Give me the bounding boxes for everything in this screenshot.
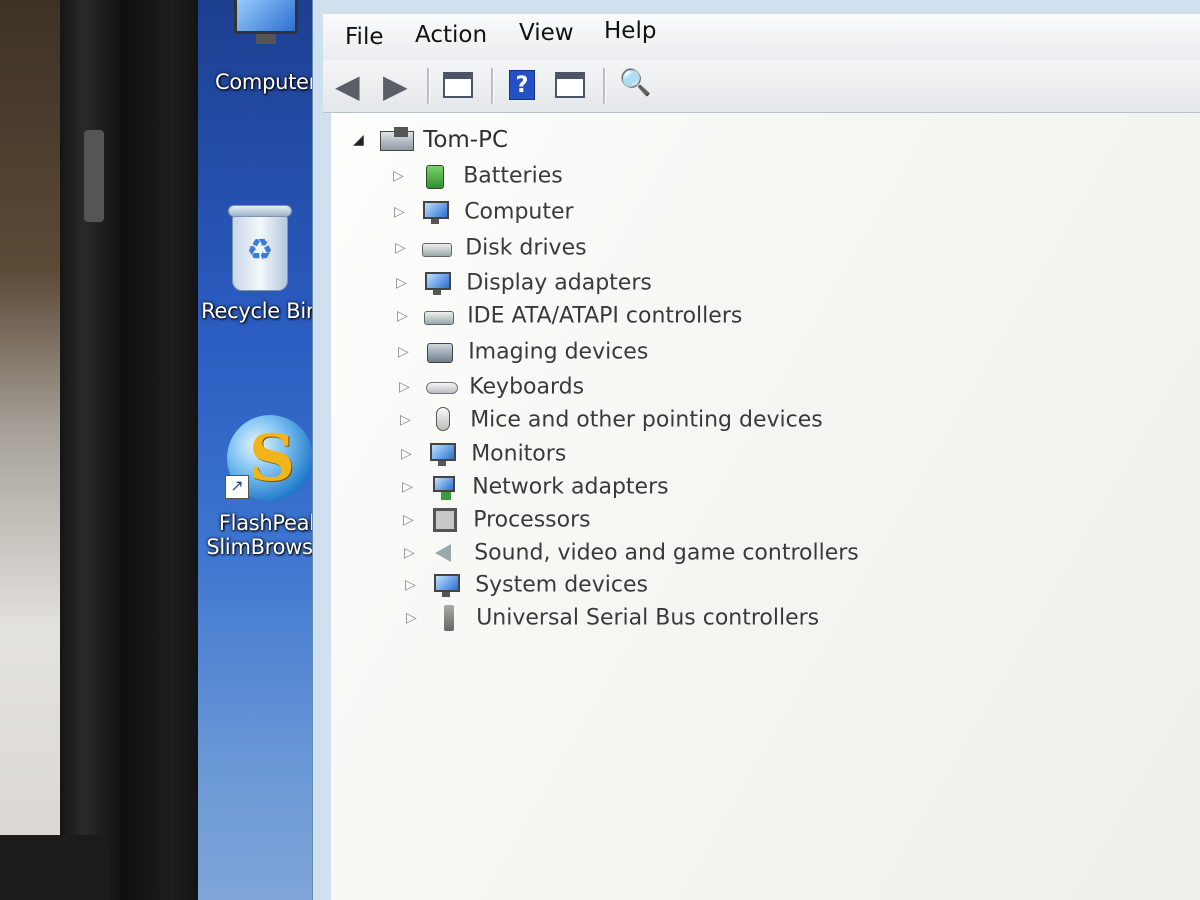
expand-arrow-icon[interactable]: ▷ xyxy=(397,308,419,324)
tree-item-mice[interactable]: ▷ Mice and other pointing devices xyxy=(400,407,823,441)
monitor-icon xyxy=(428,441,460,467)
imaging-device-icon xyxy=(425,339,457,365)
tree-item-batteries[interactable]: ▷ Batteries xyxy=(393,163,563,197)
back-arrow-icon: ◀ xyxy=(335,67,360,105)
expand-arrow-icon[interactable]: ▷ xyxy=(399,379,421,395)
expand-arrow-icon[interactable]: ▷ xyxy=(400,412,422,428)
expand-arrow-icon[interactable]: ▷ xyxy=(395,240,417,256)
expand-arrow-icon[interactable]: ▷ xyxy=(398,344,420,360)
expand-arrow-icon[interactable]: ▷ xyxy=(404,545,426,561)
tree-item-label: Mice and other pointing devices xyxy=(470,407,823,433)
expand-arrow-icon[interactable]: ▷ xyxy=(396,275,418,291)
usb-icon xyxy=(433,605,465,631)
computer-icon xyxy=(234,0,298,44)
toolbar-separator xyxy=(491,68,494,104)
menu-view[interactable]: View xyxy=(519,20,574,46)
recycle-bin-icon: ♻ xyxy=(228,205,292,291)
tree-item-label: System devices xyxy=(475,572,648,598)
forward-button[interactable]: ▶ xyxy=(383,70,417,102)
expand-arrow-icon[interactable]: ▷ xyxy=(406,610,428,626)
menu-file[interactable]: File xyxy=(345,24,384,50)
tree-item-label: IDE ATA/ATAPI controllers xyxy=(467,303,743,329)
tree-item-system-devices[interactable]: ▷ System devices xyxy=(405,572,648,606)
tree-item-ide-controllers[interactable]: ▷ IDE ATA/ATAPI controllers xyxy=(397,303,742,337)
expand-arrow-icon[interactable]: ▷ xyxy=(393,168,415,184)
tree-item-display-adapters[interactable]: ▷ Display adapters xyxy=(396,270,652,304)
tree-item-label: Universal Serial Bus controllers xyxy=(476,605,820,631)
forward-arrow-icon: ▶ xyxy=(383,67,408,105)
tree-root-node[interactable]: ◢ Tom-PC xyxy=(353,127,508,161)
monitor-base xyxy=(0,835,110,900)
tree-item-label: Keyboards xyxy=(469,374,585,400)
tree-item-keyboards[interactable]: ▷ Keyboards xyxy=(399,374,584,408)
update-driver-button[interactable] xyxy=(555,72,589,104)
tree-item-label: Monitors xyxy=(471,441,567,467)
toolbar: ◀ ▶ ? 🔍 xyxy=(323,60,1200,113)
tree-item-label: Disk drives xyxy=(465,235,587,261)
tree-item-computer[interactable]: ▷ Computer xyxy=(394,199,574,233)
tree-item-processors[interactable]: ▷ Processors xyxy=(403,507,591,541)
mouse-icon xyxy=(427,407,459,433)
shortcut-arrow-icon: ↗ xyxy=(225,475,249,499)
properties-icon xyxy=(443,72,473,98)
expand-arrow-icon[interactable]: ▷ xyxy=(394,204,416,220)
collapse-arrow-icon[interactable]: ◢ xyxy=(353,132,375,148)
tree-root-label: Tom-PC xyxy=(423,127,509,153)
expand-arrow-icon[interactable]: ▷ xyxy=(403,512,425,528)
slimbrowser-globe-icon: S ↗ xyxy=(225,415,315,505)
menu-bar: File Action View Help xyxy=(323,14,1200,60)
tree-item-sound-controllers[interactable]: ▷ Sound, video and game controllers xyxy=(404,540,859,574)
tree-item-label: Imaging devices xyxy=(468,339,649,365)
tree-item-monitors[interactable]: ▷ Monitors xyxy=(401,441,566,475)
tree-item-label: Network adapters xyxy=(472,474,669,500)
toolbar-separator xyxy=(427,68,430,104)
processor-icon xyxy=(430,507,462,533)
tree-item-network-adapters[interactable]: ▷ Network adapters xyxy=(402,474,669,508)
scan-hardware-button[interactable]: 🔍 xyxy=(619,68,653,100)
menu-help[interactable]: Help xyxy=(604,18,656,44)
speaker-icon xyxy=(431,540,463,566)
tree-item-usb-controllers[interactable]: ▷ Universal Serial Bus controllers xyxy=(406,605,819,639)
properties-button[interactable] xyxy=(443,72,477,104)
expand-arrow-icon[interactable]: ▷ xyxy=(402,479,424,495)
tree-item-label: Sound, video and game controllers xyxy=(474,540,859,566)
back-button[interactable]: ◀ xyxy=(335,70,369,102)
ide-controller-icon xyxy=(424,303,456,329)
device-tree: ◢ Tom-PC ▷ Batteries ▷ Computer ▷ Disk d… xyxy=(331,113,1200,900)
tree-item-disk-drives[interactable]: ▷ Disk drives xyxy=(395,235,587,269)
help-icon: ? xyxy=(509,70,535,100)
update-driver-icon xyxy=(555,72,585,98)
tree-item-label: Display adapters xyxy=(466,270,652,296)
expand-arrow-icon[interactable]: ▷ xyxy=(405,577,427,593)
system-device-icon xyxy=(432,572,464,598)
battery-icon xyxy=(420,163,452,189)
tree-item-label: Processors xyxy=(473,507,591,533)
help-button[interactable]: ? xyxy=(509,70,543,102)
bezel-sensor xyxy=(84,130,104,222)
scan-hardware-icon: 🔍 xyxy=(619,68,652,98)
tree-item-label: Computer xyxy=(464,199,574,225)
keyboard-icon xyxy=(426,374,459,400)
computer-icon xyxy=(421,199,453,225)
expand-arrow-icon[interactable]: ▷ xyxy=(401,446,423,462)
tree-item-label: Batteries xyxy=(463,163,563,189)
computer-root-icon xyxy=(380,127,415,153)
toolbar-separator xyxy=(603,68,606,104)
tree-item-imaging-devices[interactable]: ▷ Imaging devices xyxy=(398,339,648,373)
menu-action[interactable]: Action xyxy=(415,22,487,48)
display-adapter-icon xyxy=(423,270,455,296)
network-adapter-icon xyxy=(429,474,461,500)
device-manager-window: File Action View Help ◀ ▶ ? 🔍 ◢ Tom-PC ▷… xyxy=(312,0,1200,900)
disk-drive-icon xyxy=(422,235,454,261)
